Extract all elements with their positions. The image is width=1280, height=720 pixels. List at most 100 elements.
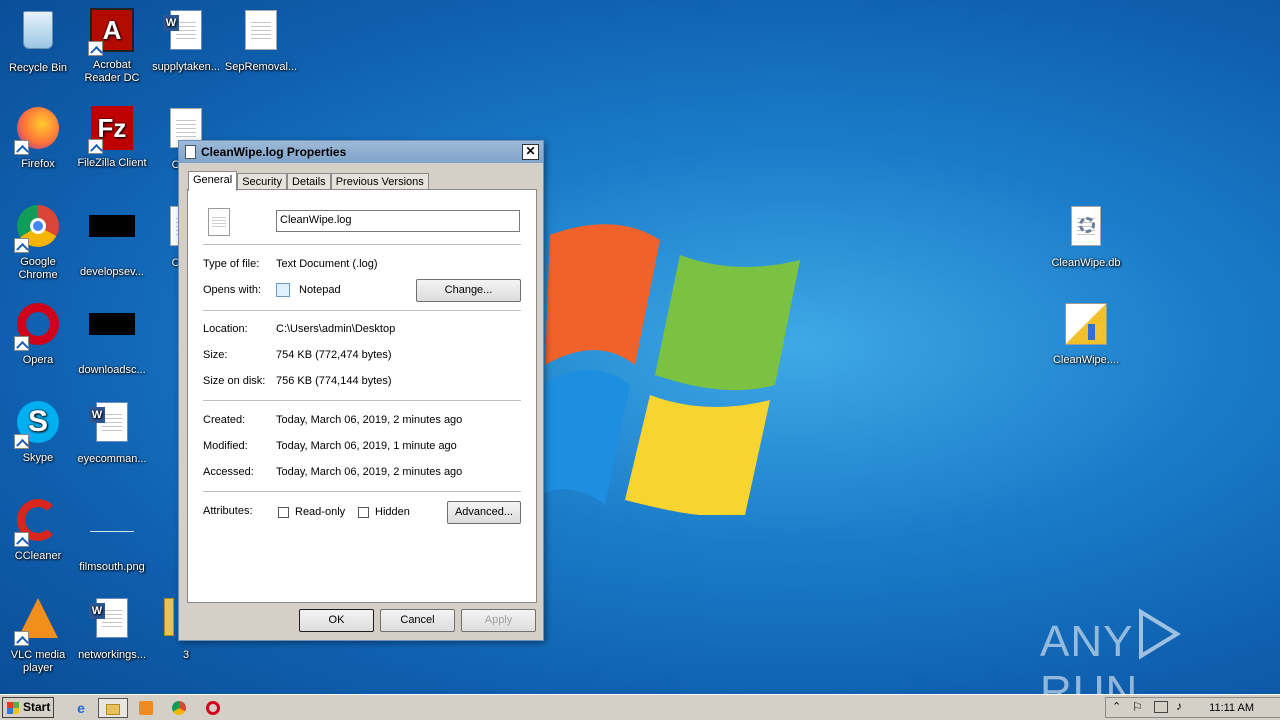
desktop-icon-label: developsev... <box>79 266 144 278</box>
flag-icon[interactable]: ⚐ <box>1132 700 1143 714</box>
clock[interactable]: 11:11 AM <box>1209 698 1254 719</box>
desktop-icon[interactable]: Opera <box>0 300 76 367</box>
chrome-icon <box>14 205 62 253</box>
filezilla-icon: Fz <box>88 106 136 154</box>
desktop-icon[interactable]: VLC media player <box>0 594 76 675</box>
start-button[interactable]: Start <box>2 697 54 718</box>
modified-value: Today, March 06, 2019, 1 minute ago <box>276 440 457 452</box>
shortcut-arrow-icon <box>88 139 103 154</box>
separator <box>203 400 521 401</box>
taskbar: Start e ⌃ ⚐ ♪ 11:11 AM <box>0 694 1280 720</box>
filename-field[interactable]: CleanWipe.log <box>276 210 520 232</box>
desktop-icon-label: Skype <box>22 452 54 464</box>
desktop-icon-label: downloadsc... <box>78 364 146 376</box>
shortcut-arrow-icon <box>14 140 29 155</box>
vlc-icon <box>14 598 62 646</box>
desktop-icon[interactable]: downloadsc... <box>74 300 150 377</box>
black-image-icon <box>88 313 136 361</box>
desktop-icon[interactable]: Wsupplytaken... <box>148 6 224 74</box>
desktop-icon-label: VLC media player <box>10 649 66 674</box>
desktop-icon-label: networkings... <box>78 649 146 661</box>
desktop-icon-label: filmsouth.png <box>79 561 145 573</box>
hidden-checkbox[interactable] <box>358 507 369 518</box>
dialog-title: CleanWipe.log Properties <box>201 145 347 159</box>
network-icon[interactable] <box>1154 701 1168 713</box>
desktop-icon[interactable]: CCleaner <box>0 496 76 563</box>
desktop-icon[interactable]: CleanWipe.... <box>1048 300 1124 367</box>
word-doc-icon: W <box>162 10 210 58</box>
desktop-icon-label: CleanWipe.db <box>1051 257 1121 269</box>
recycle-bin-icon <box>14 11 62 59</box>
word-doc-icon: W <box>88 598 136 646</box>
desktop-icon-label: Google Chrome <box>18 256 58 281</box>
skype-icon: S <box>14 401 62 449</box>
desktop-icon-label: FileZilla Client <box>77 157 147 169</box>
advanced-button[interactable]: Advanced... <box>447 501 521 524</box>
speaker-icon[interactable]: ♪ <box>1176 699 1182 713</box>
readonly-checkbox[interactable] <box>278 507 289 518</box>
media-player-icon[interactable] <box>135 698 157 718</box>
chrome-icon[interactable] <box>168 698 190 718</box>
explorer-taskbar-button[interactable] <box>98 698 128 718</box>
tab-general[interactable]: General <box>188 171 238 191</box>
system-tray: ⌃ ⚐ ♪ 11:11 AM <box>1105 697 1280 718</box>
opera-icon <box>14 303 62 351</box>
desktop-icon-label: eyecomman... <box>77 453 147 465</box>
internet-explorer-icon[interactable]: e <box>70 698 92 718</box>
size-label: Size: <box>203 349 228 361</box>
windows-logo-wallpaper <box>540 224 800 515</box>
apply-button[interactable]: Apply <box>461 609 536 632</box>
general-panel: CleanWipe.log Type of file: Text Documen… <box>187 189 537 603</box>
change-button[interactable]: Change... <box>416 279 521 302</box>
desktop-icon-label: supplytaken... <box>152 61 220 73</box>
desktop-icon-label: CCleaner <box>14 550 62 562</box>
attributes-label: Attributes: <box>203 505 253 517</box>
modified-label: Modified: <box>203 440 248 452</box>
db-file-icon <box>1062 206 1110 254</box>
desktop-icon[interactable]: SepRemoval... <box>223 6 299 74</box>
desktop-icon[interactable]: Wnetworkings... <box>74 594 150 662</box>
desktop-icon[interactable]: developsev... <box>74 202 150 279</box>
shortcut-arrow-icon <box>14 631 29 646</box>
installer-icon <box>1062 303 1110 351</box>
close-button[interactable]: ✕ <box>522 144 539 160</box>
desktop-icon[interactable]: filmsouth.png <box>74 496 150 574</box>
filename-value: CleanWipe.log <box>280 214 352 226</box>
type-label: Type of file: <box>203 258 260 270</box>
shortcut-arrow-icon <box>88 41 103 56</box>
readonly-label: Read-only <box>295 506 346 518</box>
desktop-icon-label: Opera <box>22 354 54 366</box>
shortcut-arrow-icon <box>14 532 29 547</box>
text-file-icon <box>208 208 230 236</box>
ok-button[interactable]: OK <box>299 609 374 632</box>
desktop-icon-label: Recycle Bin <box>8 62 68 74</box>
opera-icon[interactable] <box>202 698 224 718</box>
image-icon <box>88 510 136 558</box>
separator <box>203 310 521 311</box>
windows-logo-icon <box>7 702 19 714</box>
desktop-icon-label: CleanWipe.... <box>1052 354 1120 366</box>
size-on-disk-value: 756 KB (774,144 bytes) <box>276 375 392 387</box>
desktop-icon[interactable]: Weyecomman... <box>74 398 150 466</box>
desktop-icon[interactable]: Google Chrome <box>0 202 76 282</box>
shortcut-arrow-icon <box>14 238 29 253</box>
desktop-icon[interactable]: A Acrobat Reader DC <box>74 6 150 85</box>
desktop-icon-label: Acrobat Reader DC <box>84 59 140 84</box>
created-value: Today, March 06, 2019, 2 minutes ago <box>276 414 463 426</box>
dialog-titlebar[interactable]: CleanWipe.log Properties ✕ <box>179 141 543 163</box>
start-label: Start <box>23 700 51 714</box>
desktop-icon[interactable]: CleanWipe.db <box>1048 202 1124 270</box>
folder-icon <box>106 704 120 715</box>
cancel-button[interactable]: Cancel <box>380 609 455 632</box>
size-on-disk-label: Size on disk: <box>203 375 266 387</box>
shortcut-arrow-icon <box>14 336 29 351</box>
desktop-icon[interactable]: Fz FileZilla Client <box>74 104 150 170</box>
desktop-icon-label: SepRemoval... <box>224 61 298 73</box>
shortcut-arrow-icon <box>14 434 29 449</box>
desktop-icon[interactable]: S Skype <box>0 398 76 465</box>
text-doc-icon <box>237 10 285 58</box>
desktop-icon[interactable]: Firefox <box>0 104 76 171</box>
hidden-label: Hidden <box>375 506 410 518</box>
desktop-icon[interactable]: Recycle Bin <box>0 6 76 75</box>
chevron-up-icon[interactable]: ⌃ <box>1112 700 1121 713</box>
